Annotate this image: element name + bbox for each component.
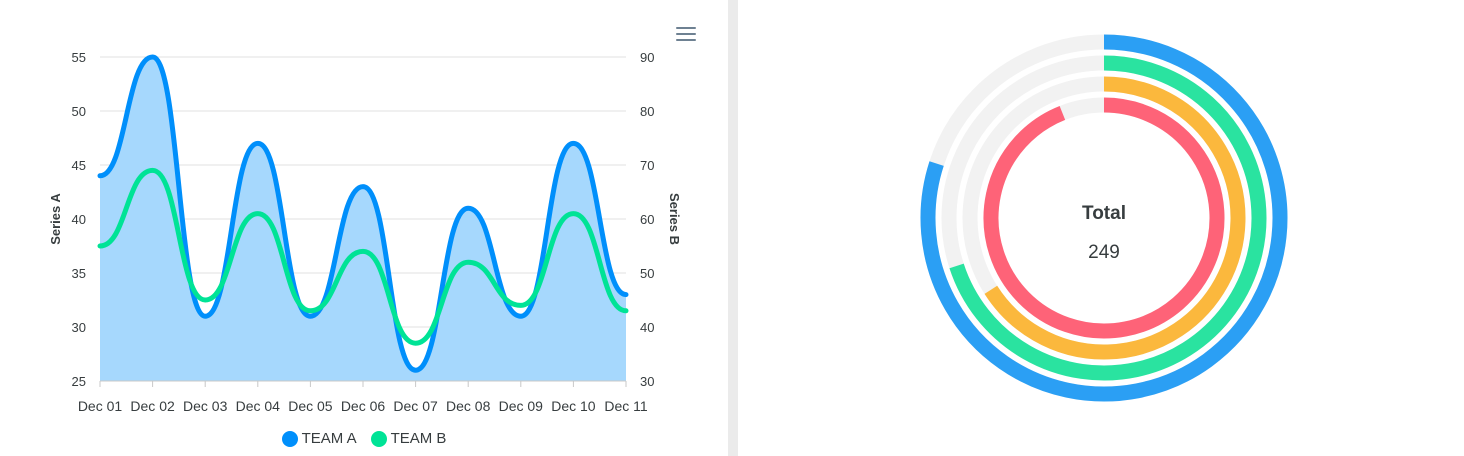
panel-divider: [728, 0, 738, 456]
legend-marker-team-b: [370, 430, 387, 447]
y2-tick-label: 90: [640, 50, 654, 65]
legend-item-team-a[interactable]: TEAM A: [281, 430, 357, 447]
y-tick-label: 40: [72, 212, 86, 227]
legend-label-team-a: TEAM A: [301, 430, 357, 447]
y-tick-label: 45: [72, 158, 86, 173]
y-tick-label: 55: [72, 50, 86, 65]
y-axis-label: Series A: [48, 193, 63, 245]
y2-tick-label: 40: [640, 320, 654, 335]
x-tick-label: Dec 11: [604, 398, 648, 414]
radial-center-value: 249: [1088, 242, 1120, 263]
x-tick-label: Dec 05: [288, 398, 333, 414]
y-tick-label: 30: [72, 320, 86, 335]
y2-tick-label: 80: [640, 104, 654, 119]
hamburger-menu-icon[interactable]: [674, 24, 698, 46]
y-tick-label: 25: [72, 374, 86, 389]
x-tick-label: Dec 06: [341, 398, 386, 414]
line-area-chart: 25 30 35 40 45 50 55 30 40 50 60 70 80 90 Series A Seri…: [48, 50, 682, 414]
x-tick-label: Dec 10: [551, 398, 596, 414]
y2-tick-label: 50: [640, 266, 654, 281]
x-tick-label: Dec 01: [78, 398, 123, 414]
x-tick-label: Dec 09: [499, 398, 544, 414]
radial-center-label: Total: [1082, 203, 1126, 224]
x-tick-label: Dec 03: [183, 398, 228, 414]
y-tick-label: 50: [72, 104, 86, 119]
radial-bar-chart-panel: Total 249: [738, 0, 1464, 456]
legend-label-team-b: TEAM B: [390, 430, 447, 447]
x-tick-label: Dec 08: [446, 398, 491, 414]
x-tick-label: Dec 02: [130, 398, 175, 414]
x-tick-label: Dec 07: [393, 398, 438, 414]
chart-legend: TEAM A TEAM B: [0, 430, 728, 447]
legend-item-team-b[interactable]: TEAM B: [370, 430, 447, 447]
y2-tick-label: 60: [640, 212, 654, 227]
x-tick-label: Dec 04: [236, 398, 281, 414]
line-area-chart-panel: 25 30 35 40 45 50 55 30 40 50 60 70 80 90 Series A Seri…: [0, 0, 728, 456]
radial-bar-chart: Total 249: [920, 34, 1288, 402]
y2-tick-label: 30: [640, 374, 654, 389]
legend-marker-team-a: [281, 430, 298, 447]
y2-tick-label: 70: [640, 158, 654, 173]
y2-axis-label: Series B: [667, 193, 682, 245]
y-tick-label: 35: [72, 266, 86, 281]
